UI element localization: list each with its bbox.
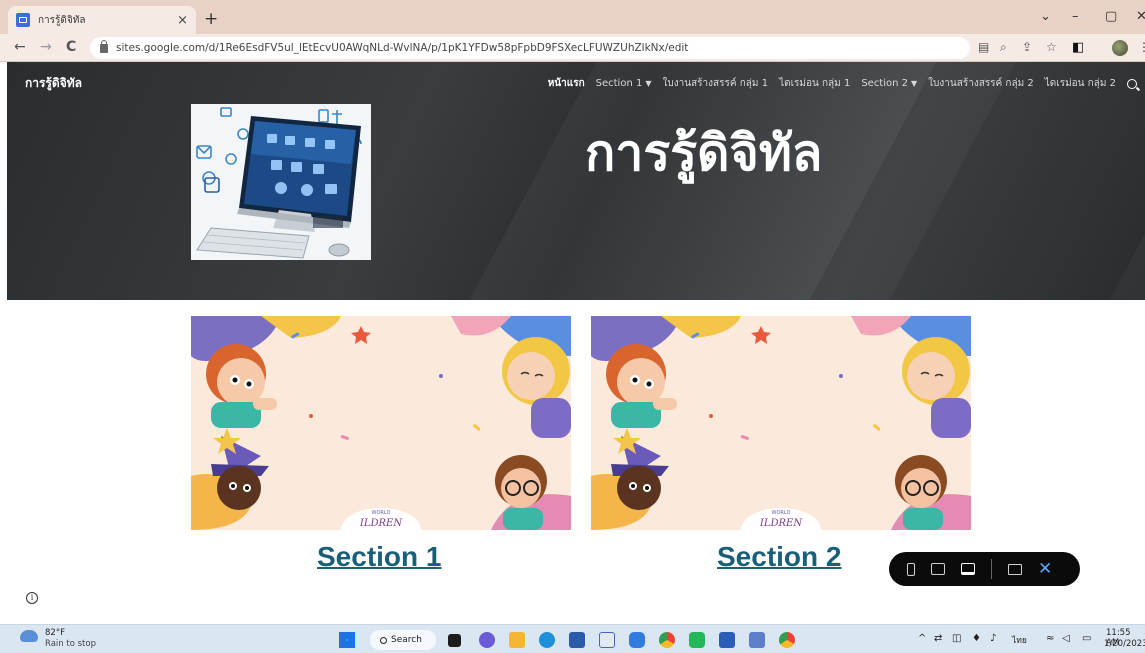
menu-icon[interactable]: ⋮ <box>1138 40 1145 54</box>
wifi-icon[interactable]: ≈ <box>1046 633 1054 644</box>
card-1-children-label: ILDREN <box>359 518 403 529</box>
nav-doraemon-group-2[interactable]: ไดเรม่อน กลุ่ม 2 <box>1045 76 1116 91</box>
tab-search-icon[interactable]: ⌄ <box>1040 9 1051 24</box>
taskbar-search-label: Search <box>391 635 422 645</box>
messenger-icon[interactable] <box>629 632 645 648</box>
clock-date[interactable]: 1/20/2023 <box>1104 639 1145 649</box>
nav-section-2-label: Section 2 <box>861 78 909 89</box>
close-preview-button[interactable]: ✕ <box>1038 559 1052 579</box>
file-explorer-icon[interactable] <box>509 632 525 648</box>
microsoft-store-icon[interactable] <box>569 632 585 648</box>
card-1-world-label: WORLD <box>372 510 391 516</box>
section-1-link[interactable]: Section 1 <box>317 541 441 573</box>
site-search-icon[interactable] <box>1127 78 1137 89</box>
section-2-link[interactable]: Section 2 <box>717 541 841 573</box>
nav-worksheet-group-2[interactable]: ใบงานสร้างสรรค์ กลุ่ม 2 <box>928 76 1034 91</box>
chevron-down-icon: ▼ <box>645 79 652 88</box>
google-sites-favicon-icon <box>16 13 30 27</box>
windows-taskbar: 82°F Rain to stop Search ^ ⇄ ◫ ♦ ♪ ไทย ≈… <box>0 624 1145 653</box>
language-indicator[interactable]: ไทย <box>1012 633 1027 647</box>
weather-temperature[interactable]: 82°F <box>45 628 65 638</box>
site-navigation: หน้าแรก Section 1 ▼ ใบงานสร้างสรรค์ กลุ่ม… <box>548 76 1137 91</box>
bookmark-star-icon[interactable]: ☆ <box>1046 40 1057 54</box>
meet-icon[interactable]: ◫ <box>952 633 961 644</box>
forward-button[interactable]: → <box>40 39 52 55</box>
word-icon[interactable] <box>719 632 735 648</box>
hero-computer-image <box>191 104 371 260</box>
volume-icon[interactable]: ◁ <box>1062 633 1070 644</box>
search-icon <box>380 636 387 644</box>
mic-icon[interactable]: ♪ <box>990 633 996 644</box>
nav-home[interactable]: หน้าแรก <box>548 76 585 91</box>
info-icon[interactable]: i <box>26 592 38 604</box>
phone-preview-icon[interactable] <box>907 562 915 576</box>
section-1-image[interactable]: WORLD ILDREN <box>191 316 571 530</box>
meet-app-icon[interactable] <box>599 632 615 648</box>
share-icon[interactable]: ⇪ <box>1022 40 1032 54</box>
network-icon[interactable]: ⇄ <box>934 633 942 644</box>
address-bar[interactable]: sites.google.com/d/1Re6EsdFV5ul_lEtEcvU0… <box>90 37 970 59</box>
tablet-preview-icon[interactable] <box>931 563 945 575</box>
line-app-icon[interactable] <box>689 632 705 648</box>
chevron-up-icon[interactable]: ^ <box>918 633 926 644</box>
chevron-down-icon: ▼ <box>911 79 918 88</box>
laptop-preview-icon[interactable] <box>961 563 975 575</box>
site-name[interactable]: การรู้ดิจิทัล <box>25 74 82 93</box>
preview-device-bar: ✕ <box>889 552 1080 586</box>
url-text: sites.google.com/d/1Re6EsdFV5ul_lEtEcvU0… <box>116 42 689 54</box>
task-view-icon[interactable] <box>448 634 461 647</box>
minimize-button[interactable]: – <box>1072 9 1079 24</box>
translate-icon[interactable]: ▤ <box>978 40 989 54</box>
site-header: การรู้ดิจิทัล หน้าแรก Section 1 ▼ ใบงานสร… <box>7 62 1145 300</box>
comment-icon[interactable] <box>1008 563 1022 575</box>
card-2-world-label: WORLD <box>772 510 791 516</box>
teams-chat-icon[interactable] <box>479 632 495 648</box>
browser-toolbar: ← → C sites.google.com/d/1Re6EsdFV5ul_lE… <box>0 34 1145 62</box>
zoom-icon[interactable]: ⌕ <box>1000 40 1007 55</box>
section-2-image[interactable]: WORLD ILDREN <box>591 316 971 530</box>
chrome-icon[interactable] <box>659 632 675 648</box>
tab-close-button[interactable]: × <box>177 13 188 28</box>
taskbar-search[interactable]: Search <box>370 630 436 650</box>
windows-start-icon[interactable] <box>339 632 355 648</box>
chrome-profile-icon[interactable] <box>779 632 795 648</box>
card-2-children-label: ILDREN <box>759 518 803 529</box>
nav-section-2[interactable]: Section 2 ▼ <box>861 78 917 89</box>
edge-browser-icon[interactable] <box>539 632 555 648</box>
close-window-button[interactable]: ✕ <box>1136 9 1145 24</box>
back-button[interactable]: ← <box>14 39 26 55</box>
sidebar-icon[interactable]: ◧ <box>1072 40 1084 55</box>
weather-rain-icon[interactable] <box>20 630 38 642</box>
notepad-icon[interactable] <box>749 632 765 648</box>
profile-avatar[interactable] <box>1112 40 1128 56</box>
nav-doraemon-group-1[interactable]: ไดเรม่อน กลุ่ม 1 <box>779 76 850 91</box>
browser-tab[interactable]: การรู้ดิจิทัล × <box>8 6 196 34</box>
nav-section-1[interactable]: Section 1 ▼ <box>596 78 652 89</box>
mic-icon[interactable]: ♦ <box>972 633 981 644</box>
nav-section-1-label: Section 1 <box>595 78 643 89</box>
battery-icon[interactable]: ▭ <box>1082 633 1091 644</box>
nav-worksheet-group-1[interactable]: ใบงานสร้างสรรค์ กลุ่ม 1 <box>662 76 768 91</box>
weather-description[interactable]: Rain to stop <box>45 639 96 649</box>
divider <box>991 559 992 579</box>
lock-icon <box>100 39 108 53</box>
browser-tab-bar: การรู้ดิจิทัล × + ⌄ – ▢ ✕ <box>0 0 1145 34</box>
hero-title: การรู้ดิจิทัล <box>585 124 823 182</box>
reload-button[interactable]: C <box>66 39 76 55</box>
new-tab-button[interactable]: + <box>204 9 218 29</box>
tab-title: การรู้ดิจิทัล <box>38 14 86 26</box>
maximize-button[interactable]: ▢ <box>1105 9 1117 24</box>
